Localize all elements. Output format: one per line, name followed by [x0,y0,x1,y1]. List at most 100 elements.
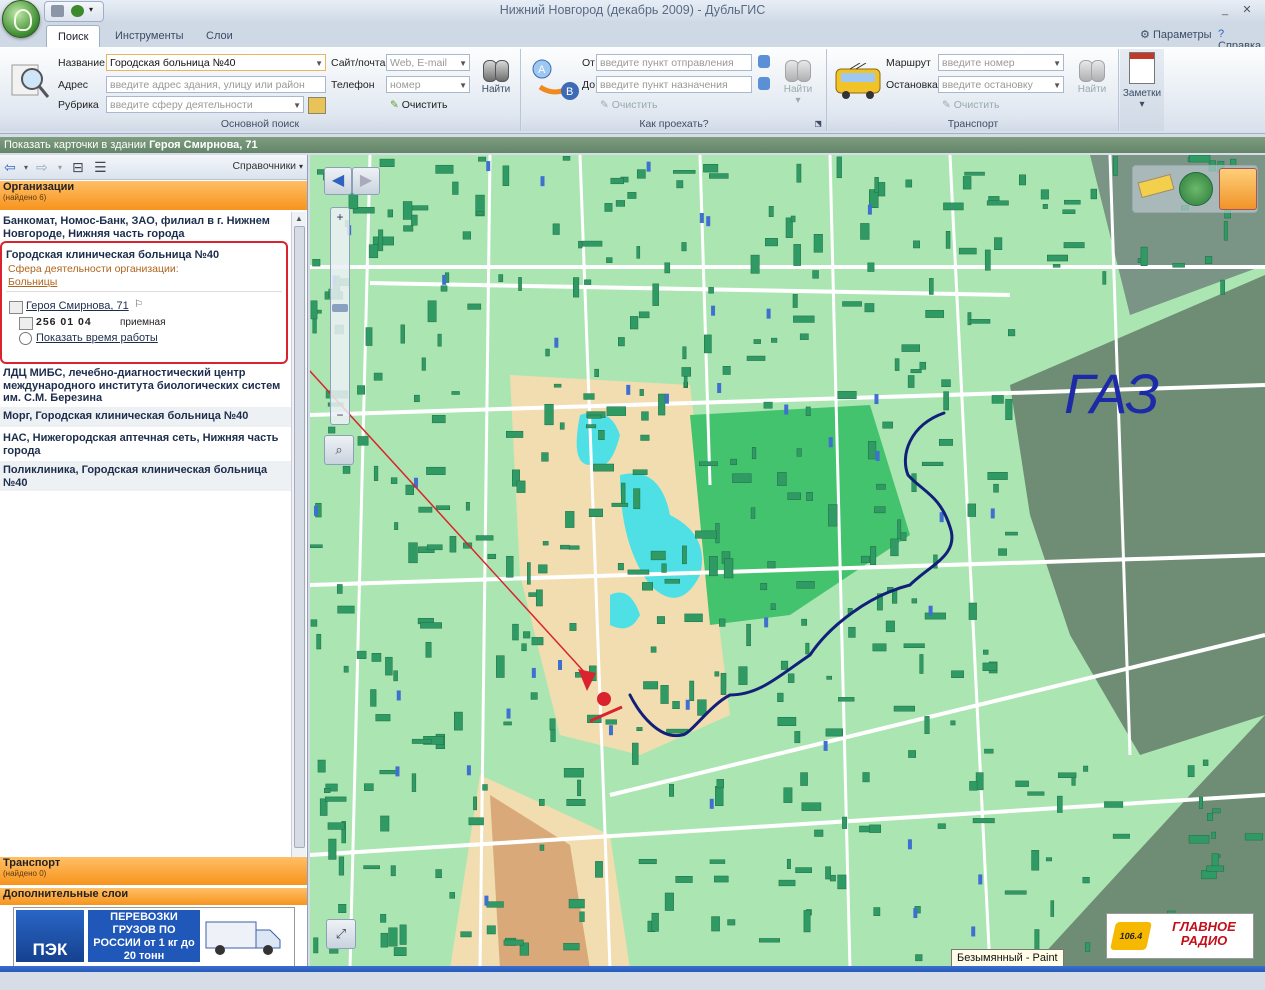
chevron-down-icon[interactable]: ▼ [315,55,323,70]
app-icon[interactable] [71,5,84,17]
building [1083,765,1089,772]
3d-box-icon[interactable] [1219,168,1257,210]
qat-dropdown-icon[interactable]: ▾ [89,5,102,17]
list-item[interactable]: ЛДЦ МИБС, лечебно-диагностический центр … [0,365,291,406]
map-view[interactable]: ГАЗ ◀ ▶ + − ⌕ ⤢ 106.4 ГЛАВНОЕ РАДИО [310,155,1265,969]
directories-menu[interactable]: Справочники ▾ [232,160,303,172]
site-input[interactable]: Web, E-mail ▼ [386,54,470,71]
tab-layers[interactable]: Слои [195,25,244,47]
fullscreen-button[interactable]: ⤢ [326,919,356,949]
chevron-down-icon[interactable]: ▼ [1053,55,1061,70]
building [363,865,380,870]
zoom-in-icon[interactable]: + [333,210,347,224]
scroll-up-icon[interactable]: ▲ [295,214,303,223]
list-scrollbar[interactable]: ▲ [291,212,306,862]
stop-input[interactable]: введите остановку ▼ [938,76,1064,93]
find-route-button[interactable]: Найти ▾ [778,54,818,106]
close-button[interactable]: ✕ [1240,3,1254,17]
building [913,908,918,919]
building [719,618,726,627]
building [907,839,912,850]
print-icon[interactable] [51,5,64,17]
clear-search-button[interactable]: ✎ Очистить [390,99,447,111]
building-address[interactable]: Героя Смирнова, 71 [149,139,258,151]
rubric-link[interactable]: Больницы [8,276,57,288]
map-forward-button[interactable]: ▶ [352,167,380,195]
chevron-down-icon[interactable]: ▼ [459,77,467,92]
address-input[interactable]: введите адрес здания, улицу или район [106,76,326,93]
map-search-button[interactable]: ⌕ [324,435,354,465]
organization-name[interactable]: Городская клиническая больница №40 [6,249,219,261]
building [633,488,641,510]
selected-organization-card[interactable]: Городская клиническая больница №40 Сфера… [0,241,288,364]
building-icon [9,301,23,314]
ruler-icon[interactable] [1137,173,1175,199]
building [943,202,964,211]
app-menu-button[interactable] [2,0,40,38]
building [897,519,902,540]
binoculars-icon [1077,54,1107,82]
building [462,231,471,240]
to-input[interactable]: введите пункт назначения [596,76,752,93]
building [562,156,571,161]
building [848,626,856,638]
advertisement-banner[interactable]: ПЭК ПЕРЕВОЗКИ ГРУЗОВ ПО РОССИИ от 1 кг д… [13,907,295,967]
flag-icon[interactable]: ⚐ [134,299,143,310]
zoom-slider[interactable]: + − [330,207,350,425]
list-item[interactable]: Банкомат, Номос-Банк, ЗАО, филиал в г. Н… [0,213,291,241]
extra-layers-header[interactable]: Дополнительные слои [0,888,307,905]
radio-ad-banner[interactable]: 106.4 ГЛАВНОЕ РАДИО [1106,913,1254,959]
list-item[interactable]: Поликлиника, Городская клиническая больн… [0,461,291,491]
phone-input[interactable]: номер ▼ [386,76,470,93]
find-button[interactable]: Найти [476,54,516,95]
organizations-header[interactable]: Организации (найдено 6) [0,181,307,210]
building [1244,833,1263,841]
params-link[interactable]: ⚙ Параметры [1140,28,1212,41]
building [716,779,725,789]
map-back-button[interactable]: ◀ [324,167,352,195]
building [545,348,550,357]
building [876,483,886,490]
zoom-thumb[interactable] [332,304,348,312]
to-picker-icon[interactable] [758,77,770,90]
notes-button[interactable]: Заметки ▾ [1122,52,1162,110]
building [435,869,442,879]
list-icon[interactable]: ☰ [94,159,107,176]
chevron-down-icon[interactable]: ▼ [293,97,301,112]
building [478,156,487,162]
chevron-down-icon[interactable]: ▼ [459,55,467,70]
radar-icon[interactable] [1179,172,1213,206]
clear-route-button[interactable]: ✎ Очистить [600,99,657,111]
back-dropdown-icon[interactable]: ▾ [24,163,28,172]
find-transport-button[interactable]: Найти [1072,54,1112,95]
transport-header[interactable]: Транспорт (найдено 0) [0,857,307,885]
tab-search[interactable]: Поиск [46,25,101,48]
rubric-picker-icon[interactable] [308,97,326,114]
city-map[interactable]: ГАЗ [310,155,1265,969]
expand-icon[interactable]: ⬔ [814,117,822,131]
building [1027,791,1045,796]
back-icon[interactable]: ⇦ [4,159,16,176]
name-input[interactable]: Городская больница №40 ▼ [106,54,326,71]
clear-transport-button[interactable]: ✎ Очистить [942,99,999,111]
minimize-button[interactable]: _ [1218,3,1232,17]
zoom-out-icon[interactable]: − [333,408,347,422]
working-hours-link[interactable]: Показать время работы [36,332,158,344]
from-picker-icon[interactable] [758,55,770,68]
forward-icon[interactable]: ⇨ [36,159,48,176]
building-info-bar[interactable]: Показать карточки в здании Героя Смирнов… [0,137,1265,153]
tab-tools[interactable]: Инструменты [104,25,195,47]
from-input[interactable]: введите пункт отправления [596,54,752,71]
rubric-input[interactable]: введите сферу деятельности ▼ [106,96,304,113]
building [1050,900,1055,917]
scroll-thumb[interactable] [294,226,305,848]
building [771,337,778,343]
list-item[interactable]: Морг, Городская клиническая больница №40 [0,407,291,427]
address-link[interactable]: Героя Смирнова, 71 [26,300,129,312]
route-number-input[interactable]: введите номер ▼ [938,54,1064,71]
forward-dropdown-icon[interactable]: ▾ [58,163,62,172]
building [1084,942,1091,952]
collapse-icon[interactable]: ⊟ [72,159,84,176]
chevron-down-icon[interactable]: ▼ [1053,77,1061,92]
list-item[interactable]: НАС, Нижегородская аптечная сеть, Нижняя… [0,429,291,459]
